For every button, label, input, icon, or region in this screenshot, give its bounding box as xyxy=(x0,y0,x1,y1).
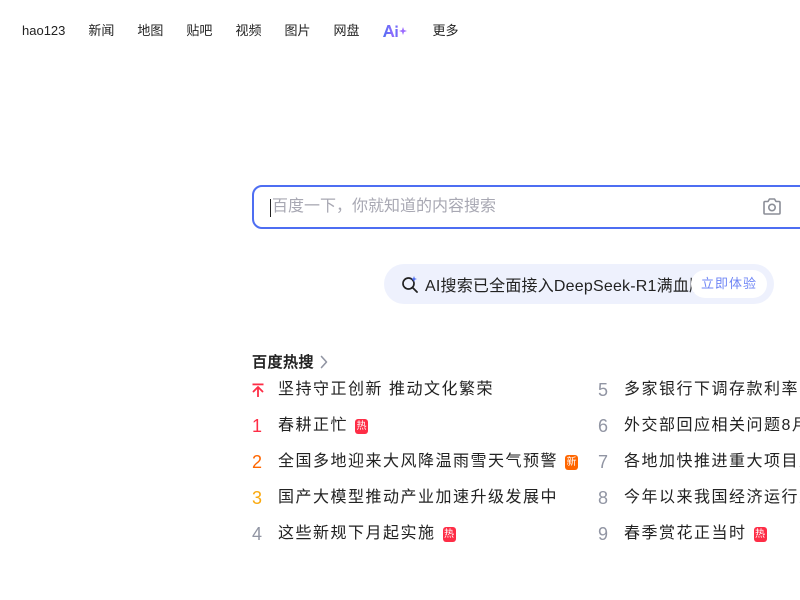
new-tag-badge: 新 xyxy=(565,454,579,470)
hot-tag-badge: 热 xyxy=(355,418,369,434)
hot-item-4[interactable]: 4 这些新规下月起实施 热 xyxy=(252,523,456,545)
hot-item-text: 国产大模型推动产业加速升级发展中 xyxy=(278,489,559,506)
hot-item-pinned[interactable]: 坚持守正创新 推动文化繁荣 xyxy=(252,379,494,401)
nav-link-news[interactable]: 新闻 xyxy=(88,23,114,39)
hot-rank: 2 xyxy=(252,452,263,472)
hot-item-text: 春耕正忙 xyxy=(278,417,349,434)
hot-item-5[interactable]: 5 多家银行下调存款利率幅度引发关注度 xyxy=(598,379,800,401)
hot-item-6[interactable]: 6 外交部回应相关问题8月起施行 xyxy=(598,415,800,437)
hot-rank: 7 xyxy=(598,452,609,472)
hot-rank: 4 xyxy=(252,524,263,544)
hot-item-7[interactable]: 7 各地加快推进重大项目建设进度稳步提 xyxy=(598,451,800,473)
search-box[interactable] xyxy=(252,185,800,229)
nav-link-map[interactable]: 地图 xyxy=(137,23,163,39)
ai-logo-icon xyxy=(383,25,408,37)
top-nav: hao123 新闻 地图 贴吧 视频 图片 网盘 更多 xyxy=(22,22,482,40)
search-input[interactable] xyxy=(272,187,742,227)
hot-item-9[interactable]: 9 春季赏花正当时 热 xyxy=(598,523,767,545)
nav-link-more[interactable]: 更多 xyxy=(432,23,458,39)
baidu-home-page: hao123 新闻 地图 贴吧 视频 图片 网盘 更多 百度一下，你就知道的内容… xyxy=(0,0,800,600)
hot-item-text: 这些新规下月起实施 xyxy=(278,525,436,542)
hot-item-text: 外交部回应相关问题8月起施行 xyxy=(624,417,800,434)
try-now-button[interactable]: 立即体验 xyxy=(691,270,767,298)
hot-rank: 1 xyxy=(252,416,263,436)
hot-item-text: 多家银行下调存款利率幅度引发关注度 xyxy=(624,381,800,398)
hot-item-text: 坚持守正创新 推动文化繁荣 xyxy=(278,381,494,398)
ai-search-banner[interactable]: AI搜索已全面接入DeepSeek-R1满血版模型 立即体验 xyxy=(384,264,774,304)
hot-rank: 5 xyxy=(598,380,609,400)
nav-link-image[interactable]: 图片 xyxy=(284,23,310,39)
nav-link-tieba[interactable]: 贴吧 xyxy=(186,23,212,39)
text-caret xyxy=(270,199,271,217)
nav-link-video[interactable]: 视频 xyxy=(235,23,261,39)
hot-item-8[interactable]: 8 今年以来我国经济运行总体平稳向好态 xyxy=(598,487,800,509)
camera-icon[interactable] xyxy=(761,197,783,217)
hot-item-text: 今年以来我国经济运行总体平稳向好态 xyxy=(624,489,800,506)
ai-search-icon xyxy=(402,276,418,293)
hot-item-text: 春季赏花正当时 xyxy=(624,525,747,542)
nav-link-ai[interactable] xyxy=(382,24,408,38)
hot-item-text: 各地加快推进重大项目建设进度稳步提 xyxy=(624,453,800,470)
hot-item-text: 全国多地迎来大风降温雨雪天气预警 xyxy=(278,453,559,470)
chevron-right-icon xyxy=(320,355,328,368)
hot-search-title-text: 百度热搜 xyxy=(252,354,315,371)
nav-link-hao123[interactable]: hao123 xyxy=(22,23,65,39)
hot-rank: 8 xyxy=(598,488,609,508)
nav-link-pan[interactable]: 网盘 xyxy=(333,23,359,39)
hot-rank: 9 xyxy=(598,524,609,544)
hot-item-3[interactable]: 3 国产大模型推动产业加速升级发展中 xyxy=(252,487,558,509)
pin-top-icon xyxy=(252,379,278,401)
hot-item-2[interactable]: 2 全国多地迎来大风降温雨雪天气预警 新 xyxy=(252,451,579,473)
hot-rank: 3 xyxy=(252,488,263,508)
hot-tag-badge: 热 xyxy=(442,526,456,542)
hot-tag-badge: 热 xyxy=(753,526,767,542)
hot-item-1[interactable]: 1 春耕正忙 热 xyxy=(252,415,369,437)
hot-search-title[interactable]: 百度热搜 xyxy=(252,351,328,372)
hot-rank: 6 xyxy=(598,416,609,436)
